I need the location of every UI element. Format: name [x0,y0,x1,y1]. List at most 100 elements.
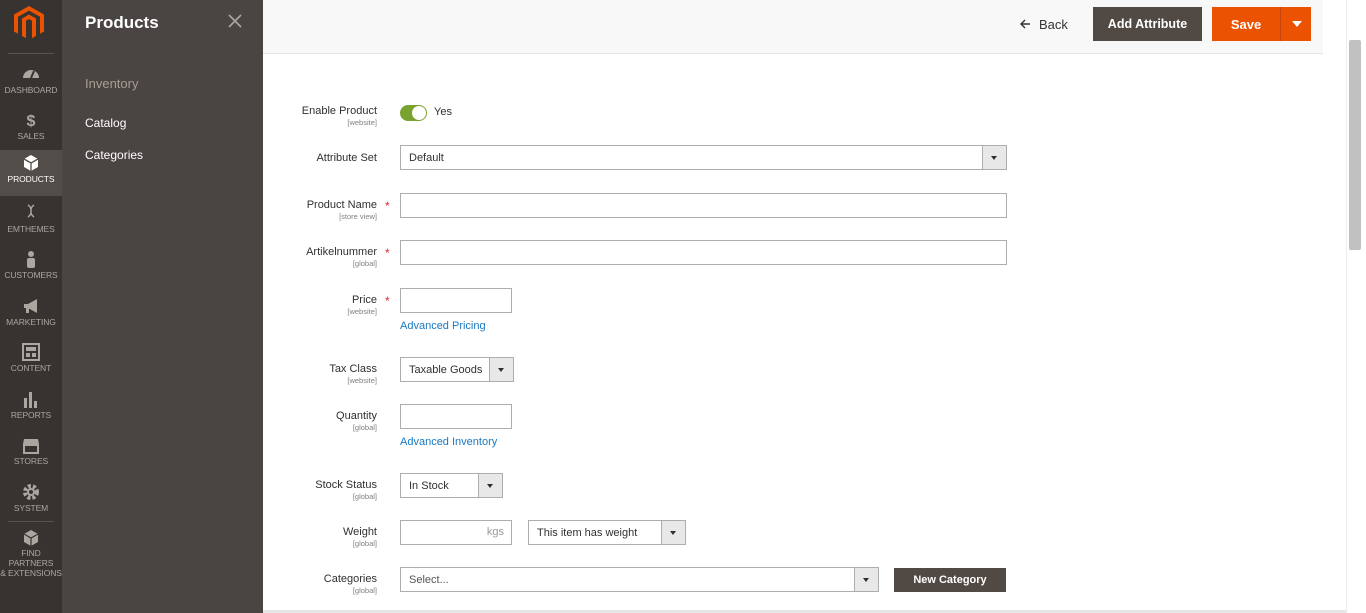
scrollbar-thumb[interactable] [1349,40,1361,250]
enable-product-toggle[interactable] [400,105,427,121]
field-label: Enable Product [301,105,377,117]
field-scope: [website] [347,307,377,316]
field-label: Stock Status [315,479,377,491]
submenu-title: Products [85,13,159,32]
required-asterisk: * [385,246,390,260]
nav-item-find-partners[interactable]: FIND PARTNERS & EXTENSIONS [0,525,62,578]
required-asterisk: * [385,294,390,308]
dna-icon [27,204,35,218]
select-value: Taxable Goods [409,363,483,376]
nav-label: STORES [13,456,49,466]
person-icon [27,251,35,268]
nav-item-system[interactable]: SYSTEM [0,479,62,525]
close-icon[interactable] [226,12,244,30]
field-label: Quantity [336,410,377,422]
nav-item-products[interactable]: PRODUCTS [0,150,62,196]
layout-icon [22,343,40,361]
stock-status-select[interactable]: In Stock [400,473,503,498]
save-split-button: Save [1212,7,1311,41]
save-options-toggle[interactable] [1280,7,1311,41]
field-label: Tax Class [329,363,377,375]
store-icon [23,439,39,454]
bar-chart-icon [24,392,37,408]
attribute-set-select[interactable]: Default [400,145,1007,170]
nav-label: MARKETING [6,317,56,327]
back-label: Back [1039,16,1068,32]
dropdown-arrow-icon [982,146,1006,169]
field-scope: [global] [352,423,377,432]
cube-icon [23,155,39,171]
nav-divider [8,521,54,522]
field-label-wrap: Attribute Set [263,152,377,164]
field-label-wrap: Quantity [global] [263,410,377,432]
nav-item-dashboard[interactable]: DASHBOARD [0,61,62,107]
nav-item-reports[interactable]: REPORTS [0,386,62,432]
page-actions-bar: Back Add Attribute Save [263,0,1323,54]
has-weight-select[interactable]: This item has weight [528,520,686,545]
quantity-input[interactable] [400,404,512,429]
nav-item-content[interactable]: CONTENT [0,339,62,385]
field-label: Categories [323,573,377,585]
new-category-button[interactable]: New Category [894,568,1006,592]
tax-class-select[interactable]: Taxable Goods [400,357,514,382]
price-input[interactable] [400,288,512,313]
products-submenu: Products Inventory Catalog Categories [62,0,263,613]
nav-label: PRODUCTS [7,174,55,184]
field-scope: [global] [352,586,377,595]
submenu-link-categories[interactable]: Categories [85,148,143,162]
back-button[interactable]: Back [1019,14,1068,34]
field-label: Weight [342,526,377,538]
nav-item-customers[interactable]: CUSTOMERS [0,246,62,292]
nav-item-stores[interactable]: STORES [0,432,62,478]
weight-unit: kgs [486,526,504,538]
dashboard-icon [23,70,39,79]
nav-label: & EXTENSIONS [0,568,62,578]
magento-logo-icon[interactable] [14,6,44,40]
nav-label: FIND PARTNERS [8,548,54,568]
nav-label: CONTENT [10,363,52,373]
submenu-group-inventory: Inventory [85,76,139,91]
categories-select[interactable]: Select... [400,567,879,592]
field-label-wrap: Enable Product [website] [263,105,377,127]
field-label: Price [351,294,377,306]
gear-icon [23,484,39,500]
nav-item-marketing[interactable]: MARKETING [0,293,62,339]
select-value: Default [409,151,444,164]
dropdown-arrow-icon [854,568,878,591]
nav-label: EMTHEMES [7,224,55,234]
field-label: Product Name [306,199,377,211]
field-label-wrap: Tax Class [website] [263,363,377,385]
add-attribute-button[interactable]: Add Attribute [1093,7,1202,41]
field-label-wrap: Price [website] [263,294,377,316]
dropdown-arrow-icon [661,521,685,544]
field-scope: [store view] [339,212,377,221]
megaphone-icon [24,299,37,313]
field-label: Attribute Set [316,152,377,164]
box-icon [23,530,39,546]
field-label: Artikelnummer [306,246,377,258]
select-value: This item has weight [537,526,638,539]
field-scope: [global] [352,492,377,501]
field-scope: [global] [352,539,377,548]
advanced-inventory-link[interactable]: Advanced Inventory [400,436,497,448]
field-scope: [website] [347,118,377,127]
required-asterisk: * [385,199,390,213]
submenu-link-catalog[interactable]: Catalog [85,116,126,130]
sku-input[interactable] [400,240,1007,265]
advanced-pricing-link[interactable]: Advanced Pricing [400,320,486,332]
product-name-input[interactable] [400,193,1007,218]
field-label-wrap: Product Name [store view] [263,199,377,221]
field-scope: [website] [347,376,377,385]
dollar-icon: $ [27,113,36,129]
nav-item-sales[interactable]: $ SALES [0,107,62,153]
save-button[interactable]: Save [1212,7,1280,41]
nav-label: CUSTOMERS [4,270,58,280]
nav-label: SALES [17,131,45,141]
weight-input[interactable]: kgs [400,520,512,545]
nav-item-emthemes[interactable]: EMTHEMES [0,200,62,246]
select-placeholder: Select... [409,573,449,586]
nav-label: REPORTS [10,410,52,420]
dropdown-arrow-icon [478,474,502,497]
field-label-wrap: Stock Status [global] [263,479,377,501]
select-value: In Stock [409,479,449,492]
